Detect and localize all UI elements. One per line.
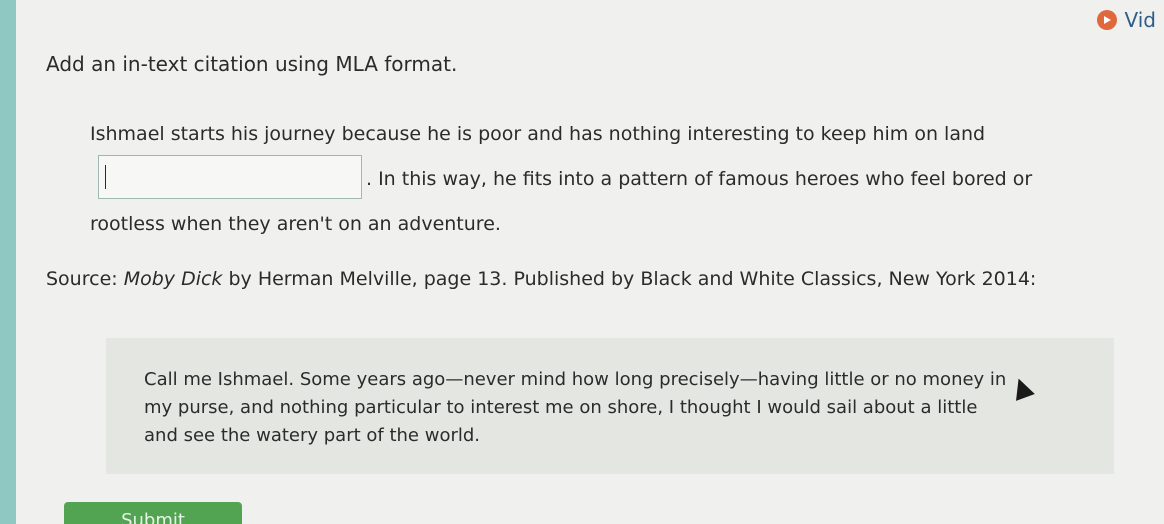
source-line: Source: Moby Dick by Herman Melville, pa… [46, 262, 1106, 296]
video-link[interactable]: Vid [1096, 8, 1157, 32]
video-link-label: Vid [1124, 8, 1157, 32]
passage-text-before: Ishmael starts his journey because he is… [90, 123, 986, 145]
passage-paragraph: Ishmael starts his journey because he is… [90, 112, 1090, 247]
play-icon [1096, 10, 1117, 30]
citation-input[interactable] [98, 154, 362, 199]
instruction-text: Add an in-text citation using MLA format… [46, 52, 458, 76]
question-page: Vid Add an in-text citation using MLA fo… [16, 0, 1164, 524]
source-details: by Herman Melville, page 13. Published b… [222, 268, 1037, 290]
text-caret [105, 164, 106, 189]
source-prefix: Source: [46, 268, 124, 290]
submit-button[interactable]: Submit [64, 502, 242, 524]
quote-block: Call me Ishmael. Some years ago—never mi… [106, 338, 1114, 474]
source-book-title: Moby Dick [123, 268, 223, 290]
quote-text: Call me Ishmael. Some years ago—never mi… [144, 369, 1007, 446]
left-sidebar-strip [0, 0, 16, 524]
